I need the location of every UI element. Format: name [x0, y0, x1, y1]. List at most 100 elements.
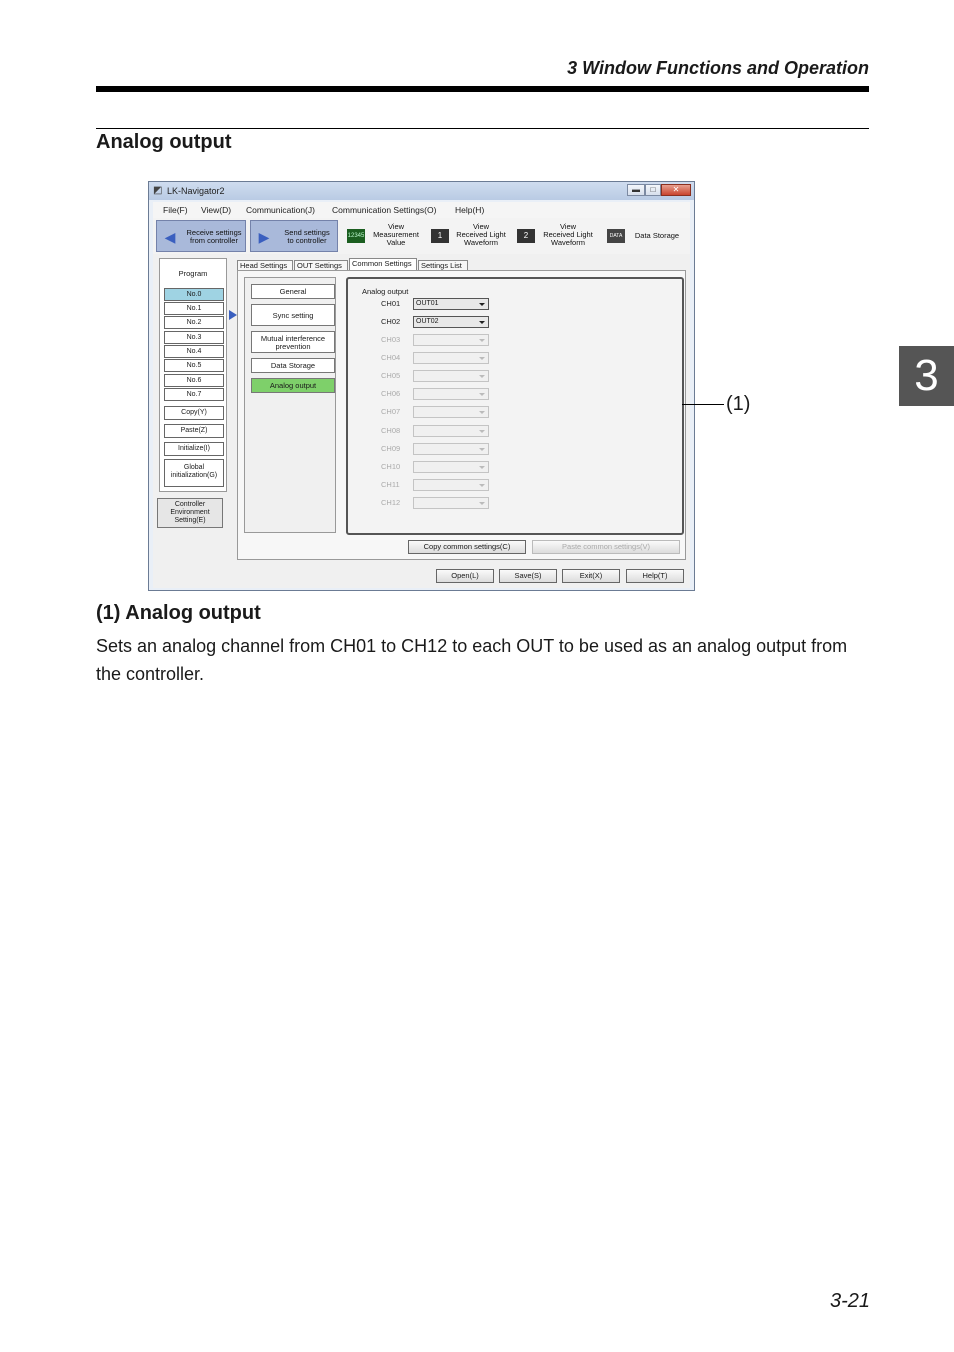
channel-select[interactable]: [413, 406, 489, 418]
section-title: Analog output: [96, 131, 232, 153]
program-item[interactable]: No.1: [164, 302, 224, 315]
send-settings-label: Send settings to controller: [284, 228, 330, 245]
side-general-button[interactable]: General: [251, 284, 335, 299]
program-item[interactable]: No.2: [164, 316, 224, 329]
global-initialization-button[interactable]: Global initialization(G): [164, 459, 224, 487]
help-button[interactable]: Help(T): [626, 569, 684, 583]
receive-settings-label: Receive settings from controller: [186, 228, 242, 245]
close-icon[interactable]: ✕: [661, 184, 691, 196]
menu-help[interactable]: Help(H): [455, 205, 484, 215]
page-number: 3-21: [829, 1290, 870, 1312]
measurement-display-icon: 12345: [347, 229, 365, 243]
view-waveform-2-button[interactable]: 2 View Received Light Waveform: [515, 220, 599, 252]
app-icon: ◩: [153, 185, 163, 196]
paste-button[interactable]: Paste(Z): [164, 424, 224, 438]
chevron-down-icon: [479, 393, 485, 396]
waveform-1-icon: 1: [431, 229, 449, 243]
menu-view[interactable]: View(D): [201, 205, 231, 215]
chevron-down-icon: [479, 411, 485, 414]
view-measurement-button[interactable]: 12345 View Measurement Value: [345, 220, 425, 252]
minimize-icon[interactable]: ▬: [627, 184, 645, 196]
analog-output-group-label: Analog output: [362, 287, 409, 296]
header-rule: [96, 86, 869, 92]
channel-label: CH09: [381, 444, 401, 453]
copy-button[interactable]: Copy(Y): [164, 406, 224, 420]
menu-file[interactable]: File(F): [163, 205, 188, 215]
side-data-storage-button[interactable]: Data Storage: [251, 358, 335, 373]
receive-arrow-icon: ◀: [164, 229, 176, 245]
body-text: Sets an analog channel from CH01 to CH12…: [96, 636, 848, 684]
menu-communication-settings[interactable]: Communication Settings(O): [332, 205, 436, 215]
callout-line: [682, 404, 724, 405]
view-measurement-label: View Measurement Value: [373, 222, 419, 247]
chevron-down-icon: [479, 448, 485, 451]
open-button[interactable]: Open(L): [436, 569, 494, 583]
program-item[interactable]: No.0: [164, 288, 224, 301]
channel-select[interactable]: [413, 497, 489, 509]
paste-common-settings-button[interactable]: Paste common settings(V): [532, 540, 680, 554]
send-settings-button[interactable]: ▶ Send settings to controller: [250, 220, 338, 252]
channel-select[interactable]: OUT02: [413, 316, 489, 328]
side-analog-output-button[interactable]: Analog output: [251, 378, 335, 393]
channel-select[interactable]: [413, 425, 489, 437]
program-panel: Program No.0 No.1 No.2 No.3 No.4 No.5 No…: [159, 258, 227, 492]
chevron-down-icon: [479, 502, 485, 505]
channel-select[interactable]: [413, 370, 489, 382]
common-settings-pane: General Sync setting Mutual interference…: [237, 270, 686, 560]
chevron-down-icon: [479, 466, 485, 469]
channel-label: CH04: [381, 353, 401, 362]
program-item[interactable]: No.7: [164, 388, 224, 401]
channel-select[interactable]: [413, 334, 489, 346]
channel-label: CH06: [381, 389, 401, 398]
menu-communication[interactable]: Communication(J): [246, 205, 315, 215]
program-item[interactable]: No.3: [164, 331, 224, 344]
view-waveform-1-button[interactable]: 1 View Received Light Waveform: [429, 220, 511, 252]
data-storage-label: Data Storage: [634, 231, 680, 240]
channel-label: CH05: [381, 371, 401, 380]
view-waveform-1-label: View Received Light Waveform: [456, 222, 506, 247]
exit-button[interactable]: Exit(X): [562, 569, 620, 583]
section-rule: [96, 128, 869, 129]
data-storage-button[interactable]: DATA Data Storage: [605, 220, 685, 252]
chapter-tab: 3: [899, 346, 954, 406]
toolbar: ◀ Receive settings from controller ▶ Sen…: [153, 218, 690, 254]
chevron-down-icon: [479, 303, 485, 306]
chevron-down-icon: [479, 375, 485, 378]
window-title: LK-Navigator2: [167, 186, 225, 196]
side-sync-setting-button[interactable]: Sync setting: [251, 304, 335, 326]
program-label: Program: [178, 269, 208, 278]
channel-select[interactable]: [413, 443, 489, 455]
side-mutual-interference-button[interactable]: Mutual interference prevention: [251, 331, 335, 353]
channel-label: CH10: [381, 462, 401, 471]
save-button[interactable]: Save(S): [499, 569, 557, 583]
selected-program-arrow-icon: [229, 310, 237, 320]
initialize-button[interactable]: Initialize(I): [164, 442, 224, 456]
callout-label: (1): [726, 393, 751, 415]
channel-label: CH01: [381, 299, 401, 308]
maximize-icon[interactable]: □: [645, 184, 661, 196]
menubar: File(F) View(D) Communication(J) Communi…: [153, 202, 690, 218]
channel-label: CH11: [381, 480, 400, 489]
chevron-down-icon: [479, 339, 485, 342]
copy-common-settings-button[interactable]: Copy common settings(C): [408, 540, 526, 554]
channel-select[interactable]: [413, 479, 489, 491]
channel-select[interactable]: [413, 388, 489, 400]
controller-environment-button[interactable]: Controller Environment Setting(E): [157, 498, 223, 528]
channel-label: CH08: [381, 426, 401, 435]
chevron-down-icon: [479, 484, 485, 487]
chevron-down-icon: [479, 321, 485, 324]
channel-label: CH03: [381, 335, 401, 344]
window-titlebar[interactable]: ◩ LK-Navigator2 ▬ □ ✕: [149, 182, 694, 200]
program-item[interactable]: No.6: [164, 374, 224, 387]
program-item[interactable]: No.4: [164, 345, 224, 358]
analog-output-group: Analog output CH01 OUT01 CH02 OUT02 CH03…: [346, 277, 684, 535]
waveform-2-icon: 2: [517, 229, 535, 243]
receive-settings-button[interactable]: ◀ Receive settings from controller: [156, 220, 246, 252]
send-arrow-icon: ▶: [258, 229, 270, 245]
channel-select[interactable]: [413, 352, 489, 364]
settings-side-menu: General Sync setting Mutual interference…: [244, 277, 336, 533]
channel-select[interactable]: OUT01: [413, 298, 489, 310]
view-waveform-2-label: View Received Light Waveform: [543, 222, 593, 247]
program-item[interactable]: No.5: [164, 359, 224, 372]
channel-select[interactable]: [413, 461, 489, 473]
